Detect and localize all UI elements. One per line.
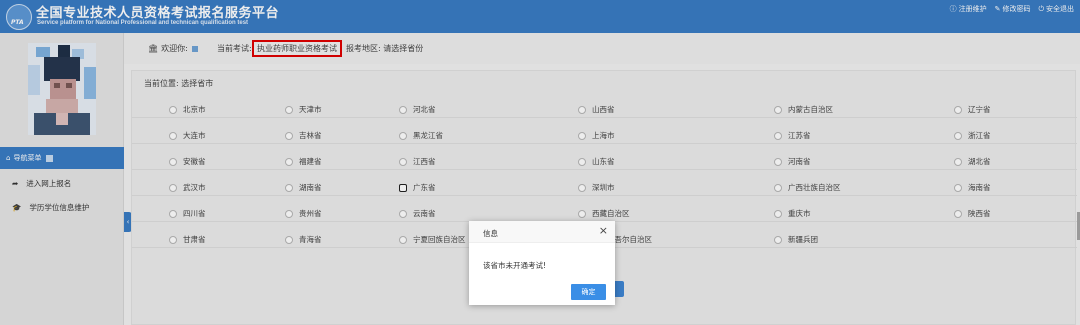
- info-dialog: 信息 × 该省市未开通考试! 确定: [469, 221, 615, 305]
- dialog-message: 该省市未开通考试!: [483, 261, 547, 270]
- dialog-header: 信息 ×: [469, 221, 615, 243]
- dialog-title: 信息: [483, 229, 498, 238]
- confirm-button[interactable]: 确定: [571, 284, 606, 300]
- close-icon[interactable]: ×: [599, 225, 608, 236]
